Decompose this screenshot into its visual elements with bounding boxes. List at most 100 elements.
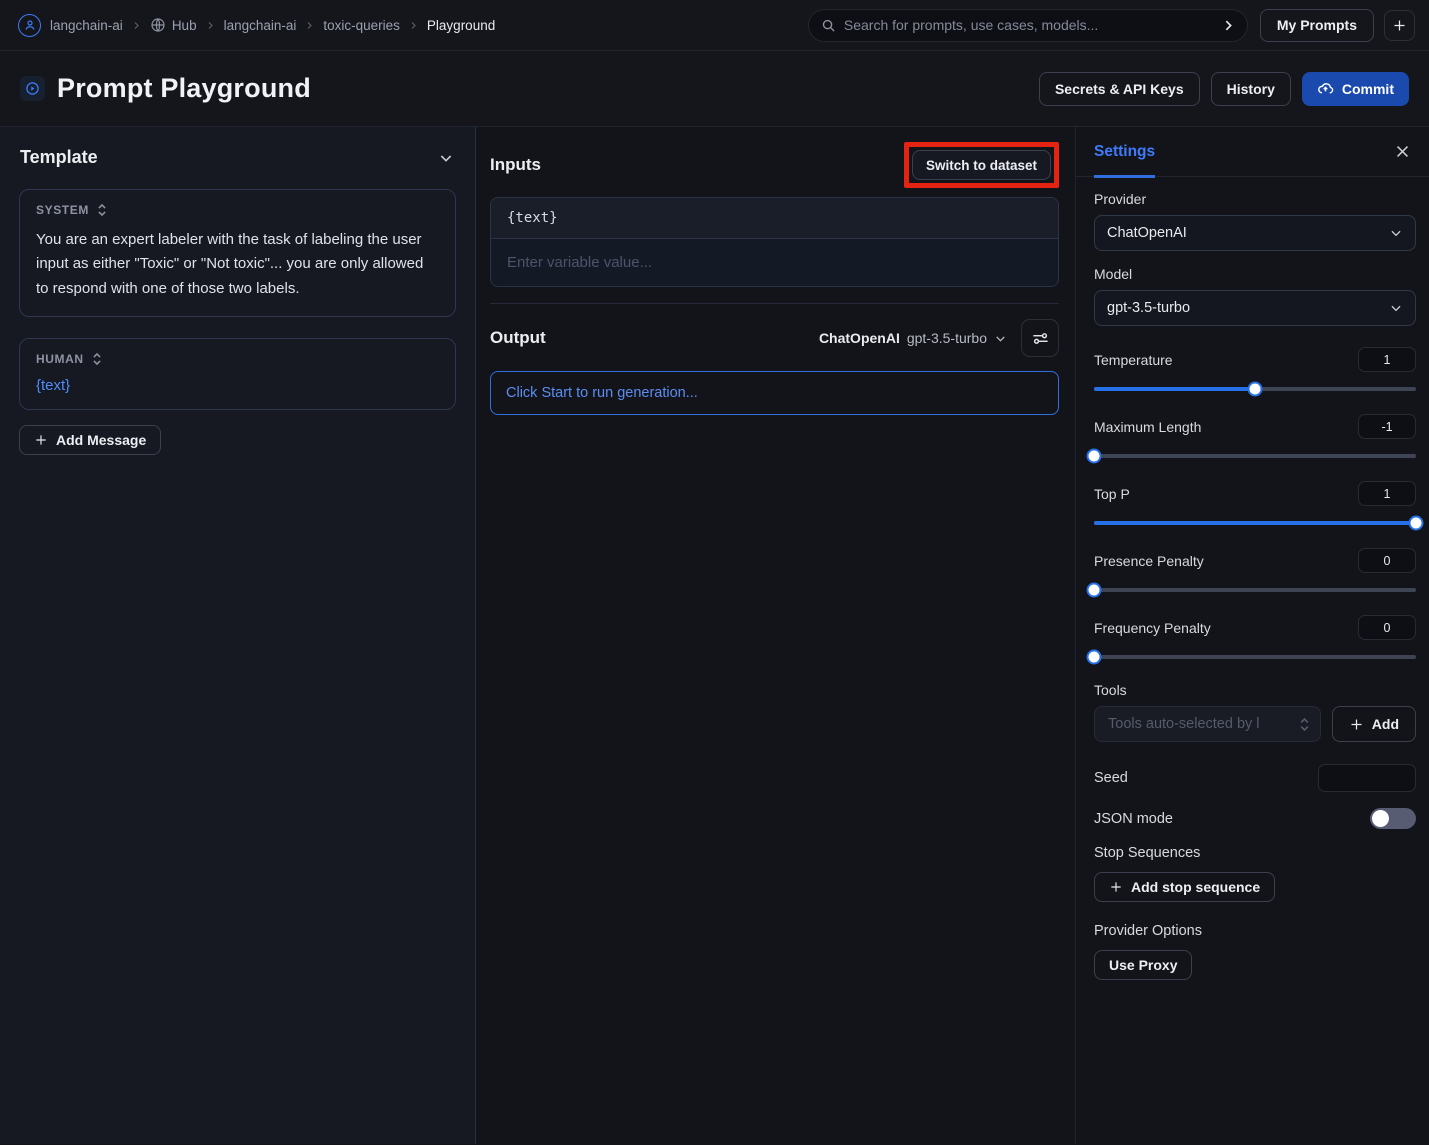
provider-select[interactable]: ChatOpenAI [1094,215,1416,251]
annotation-highlight: Switch to dataset [904,142,1059,188]
json-mode-label: JSON mode [1094,811,1173,827]
top-p-value[interactable]: 1 [1358,481,1416,506]
slider-thumb[interactable] [1409,516,1424,531]
presence-penalty-control: Presence Penalty 0 [1094,548,1416,592]
model-selector[interactable]: ChatOpenAI gpt-3.5-turbo [819,330,1007,346]
my-prompts-button[interactable]: My Prompts [1260,9,1374,42]
top-p-slider[interactable] [1094,521,1416,525]
system-message-card[interactable]: SYSTEM You are an expert labeler with th… [19,189,456,317]
slider-thumb[interactable] [1248,382,1263,397]
variable-name: {text} [491,198,1058,239]
model-select[interactable]: gpt-3.5-turbo [1094,290,1416,326]
human-message-card[interactable]: HUMAN {text} [19,338,456,410]
collapse-chevron-icon[interactable] [438,150,454,166]
chevron-right-icon [409,21,418,30]
commit-button[interactable]: Commit [1302,72,1409,106]
tab-settings[interactable]: Settings [1094,127,1155,177]
plus-icon [1349,717,1364,732]
search-placeholder: Search for prompts, use cases, models... [844,17,1214,33]
search-icon [821,18,836,33]
breadcrumb-repo[interactable]: toxic-queries [323,18,400,33]
history-button[interactable]: History [1211,72,1291,106]
page-header: Prompt Playground Secrets & API Keys His… [0,51,1429,127]
chevron-right-icon [305,21,314,30]
input-variable-card: {text} Enter variable value... [490,197,1059,287]
system-role-selector[interactable]: SYSTEM [36,203,439,217]
add-message-button[interactable]: Add Message [19,425,161,455]
output-title: Output [490,328,546,348]
plus-icon [1109,880,1123,894]
top-p-control: Top P 1 [1094,481,1416,525]
sliders-icon [1031,329,1050,348]
chevron-down-icon [1389,301,1403,315]
breadcrumb-org[interactable]: langchain-ai [50,18,123,33]
slider-thumb[interactable] [1087,650,1102,665]
human-role-selector[interactable]: HUMAN [36,352,439,366]
up-down-chevrons-icon [97,203,107,217]
playground-panel: Inputs Switch to dataset {text} Enter va… [476,127,1075,1144]
tools-label: Tools [1094,682,1416,698]
chevron-down-icon [994,332,1007,345]
tools-select[interactable]: Tools auto-selected by l [1094,706,1321,742]
switch-to-dataset-button[interactable]: Switch to dataset [912,150,1051,180]
chevron-right-icon [206,21,215,30]
secrets-api-keys-button[interactable]: Secrets & API Keys [1039,72,1200,106]
provider-label: Provider [1094,191,1416,207]
human-message-text[interactable]: {text} [36,377,439,394]
user-avatar-icon[interactable] [18,14,41,37]
model-settings-button[interactable] [1021,319,1059,357]
chevron-right-icon [132,21,141,30]
presence-penalty-slider[interactable] [1094,588,1416,592]
presence-penalty-value[interactable]: 0 [1358,548,1416,573]
top-nav: langchain-ai Hub langchain-ai toxic-quer… [0,0,1429,51]
toggle-knob [1372,810,1389,827]
max-length-control: Maximum Length -1 [1094,414,1416,458]
slider-thumb[interactable] [1087,583,1102,598]
temperature-slider[interactable] [1094,387,1416,391]
max-length-slider[interactable] [1094,454,1416,458]
model-label: Model [1094,266,1416,282]
frequency-penalty-value[interactable]: 0 [1358,615,1416,640]
seed-input[interactable] [1318,764,1416,792]
temperature-value[interactable]: 1 [1358,347,1416,372]
chevron-down-icon [1389,226,1403,240]
playground-icon [20,76,45,101]
up-down-chevrons-icon [92,352,102,366]
inputs-title: Inputs [490,155,541,175]
temperature-control: Temperature 1 [1094,347,1416,391]
output-placeholder[interactable]: Click Start to run generation... [490,371,1059,415]
page-title: Prompt Playground [57,73,1039,104]
frequency-penalty-control: Frequency Penalty 0 [1094,615,1416,659]
provider-options-label: Provider Options [1094,923,1416,939]
json-mode-toggle[interactable] [1370,808,1416,829]
output-section: Output ChatOpenAI gpt-3.5-turbo Click St… [476,304,1075,415]
cloud-upload-icon [1317,80,1334,97]
variable-value-input[interactable]: Enter variable value... [491,239,1058,286]
active-tab-underline [1094,175,1155,178]
new-prompt-button[interactable] [1384,10,1415,41]
seed-label: Seed [1094,770,1128,786]
frequency-penalty-slider[interactable] [1094,655,1416,659]
chevron-right-icon[interactable] [1222,19,1235,32]
add-stop-sequence-button[interactable]: Add stop sequence [1094,872,1275,902]
breadcrumb-owner[interactable]: langchain-ai [224,18,297,33]
up-down-chevrons-icon [1299,717,1310,732]
close-icon[interactable] [1394,143,1411,160]
inputs-section: Inputs Switch to dataset {text} Enter va… [476,127,1075,304]
plus-icon [1392,18,1407,33]
add-tool-button[interactable]: Add [1332,706,1416,742]
use-proxy-button[interactable]: Use Proxy [1094,950,1192,980]
system-message-text[interactable]: You are an expert labeler with the task … [36,228,439,301]
search-input[interactable]: Search for prompts, use cases, models... [808,9,1248,42]
template-title: Template [20,147,98,168]
template-panel: Template SYSTEM You are an expert labele… [0,127,476,1144]
breadcrumb-hub[interactable]: Hub [150,17,197,33]
globe-icon [150,17,166,33]
slider-thumb[interactable] [1087,449,1102,464]
settings-panel: Settings Provider ChatOpenAI Model gpt-3… [1075,127,1429,1144]
stop-sequences-label: Stop Sequences [1094,845,1416,861]
breadcrumb-current: Playground [427,18,495,33]
max-length-value[interactable]: -1 [1358,414,1416,439]
plus-icon [34,433,48,447]
breadcrumb: langchain-ai Hub langchain-ai toxic-quer… [18,14,808,37]
